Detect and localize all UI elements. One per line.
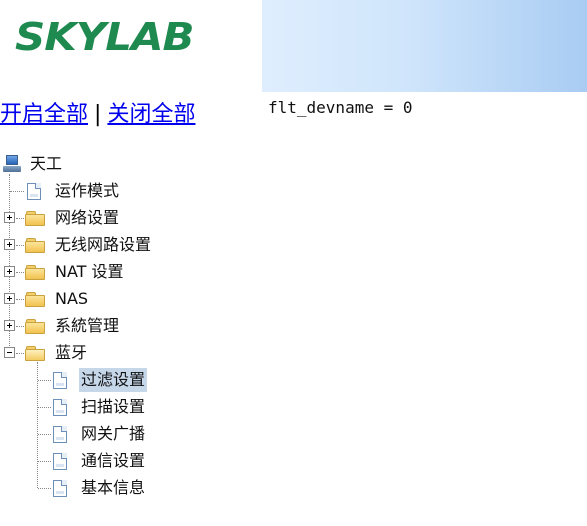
page-icon <box>53 426 67 443</box>
tree-item-gateway-broadcast[interactable]: 网关广播 <box>0 422 262 446</box>
tree-item-label[interactable]: 扫描设置 <box>79 395 147 419</box>
tree-item-label-selected[interactable]: 过滤设置 <box>79 368 148 392</box>
page-icon <box>27 183 41 200</box>
tree-item-system-management[interactable]: 系統管理 <box>0 314 262 338</box>
tree-item-nas[interactable]: NAS <box>0 287 262 311</box>
folder-icon <box>25 292 46 307</box>
page-icon <box>53 480 67 497</box>
folder-icon <box>25 265 46 280</box>
header-banner <box>262 0 587 92</box>
tree-item-nat-settings[interactable]: NAT 设置 <box>0 260 262 284</box>
expand-icon[interactable] <box>4 212 15 223</box>
expand-icon[interactable] <box>4 293 15 304</box>
tree-item-network-settings[interactable]: 网络设置 <box>0 206 262 230</box>
folder-open-icon <box>25 346 46 361</box>
tree-item-label[interactable]: 运作模式 <box>53 179 121 203</box>
folder-icon <box>25 238 46 253</box>
folder-icon <box>25 211 46 226</box>
tree-item-basic-info[interactable]: 基本信息 <box>0 476 262 500</box>
tree-root[interactable]: 天工 <box>0 152 262 176</box>
tree-item-bluetooth[interactable]: 蓝牙 <box>0 341 262 365</box>
tree-item-filter-settings[interactable]: 过滤设置 <box>0 368 262 392</box>
collapse-all-link[interactable]: 关闭全部 <box>107 102 195 127</box>
tree-root-label[interactable]: 天工 <box>28 152 64 176</box>
tree-item-wireless-settings[interactable]: 无线网路设置 <box>0 233 262 257</box>
tree-item-label[interactable]: 网关广播 <box>79 422 147 446</box>
tree-item-label[interactable]: 无线网路设置 <box>53 233 153 257</box>
page-icon <box>53 372 67 389</box>
tree-item-label[interactable]: 蓝牙 <box>53 341 89 365</box>
tree-item-label[interactable]: 系統管理 <box>53 314 121 338</box>
tree-item-communication-settings[interactable]: 通信设置 <box>0 449 262 473</box>
expand-all-link[interactable]: 开启全部 <box>0 102 88 127</box>
tree-toggle-bar: 开启全部 | 关闭全部 <box>0 96 195 128</box>
collapse-icon[interactable] <box>4 347 15 358</box>
toggle-separator: | <box>94 102 102 127</box>
tree-item-label[interactable]: NAT 设置 <box>53 260 126 284</box>
page-icon <box>53 399 67 416</box>
computer-icon <box>3 155 21 173</box>
main-content-text: flt_devname = 0 <box>268 98 413 117</box>
tree-item-scan-settings[interactable]: 扫描设置 <box>0 395 262 419</box>
expand-icon[interactable] <box>4 239 15 250</box>
folder-icon <box>25 319 46 334</box>
tree-item-label[interactable]: 网络设置 <box>53 206 121 230</box>
skylab-logo: SKYLAB <box>15 14 194 60</box>
logo-area: SKYLAB <box>0 0 262 92</box>
expand-icon[interactable] <box>4 266 15 277</box>
expand-icon[interactable] <box>4 320 15 331</box>
tree-item-operation-mode[interactable]: 运作模式 <box>0 179 262 203</box>
tree-item-label[interactable]: 通信设置 <box>79 449 147 473</box>
nav-tree: 天工 运作模式 网络设置 无线网路设置 NAT 设置 NAS 系統管理 蓝牙 过… <box>0 150 262 520</box>
tree-item-label[interactable]: 基本信息 <box>79 476 147 500</box>
tree-item-label[interactable]: NAS <box>53 287 90 311</box>
page-icon <box>53 453 67 470</box>
